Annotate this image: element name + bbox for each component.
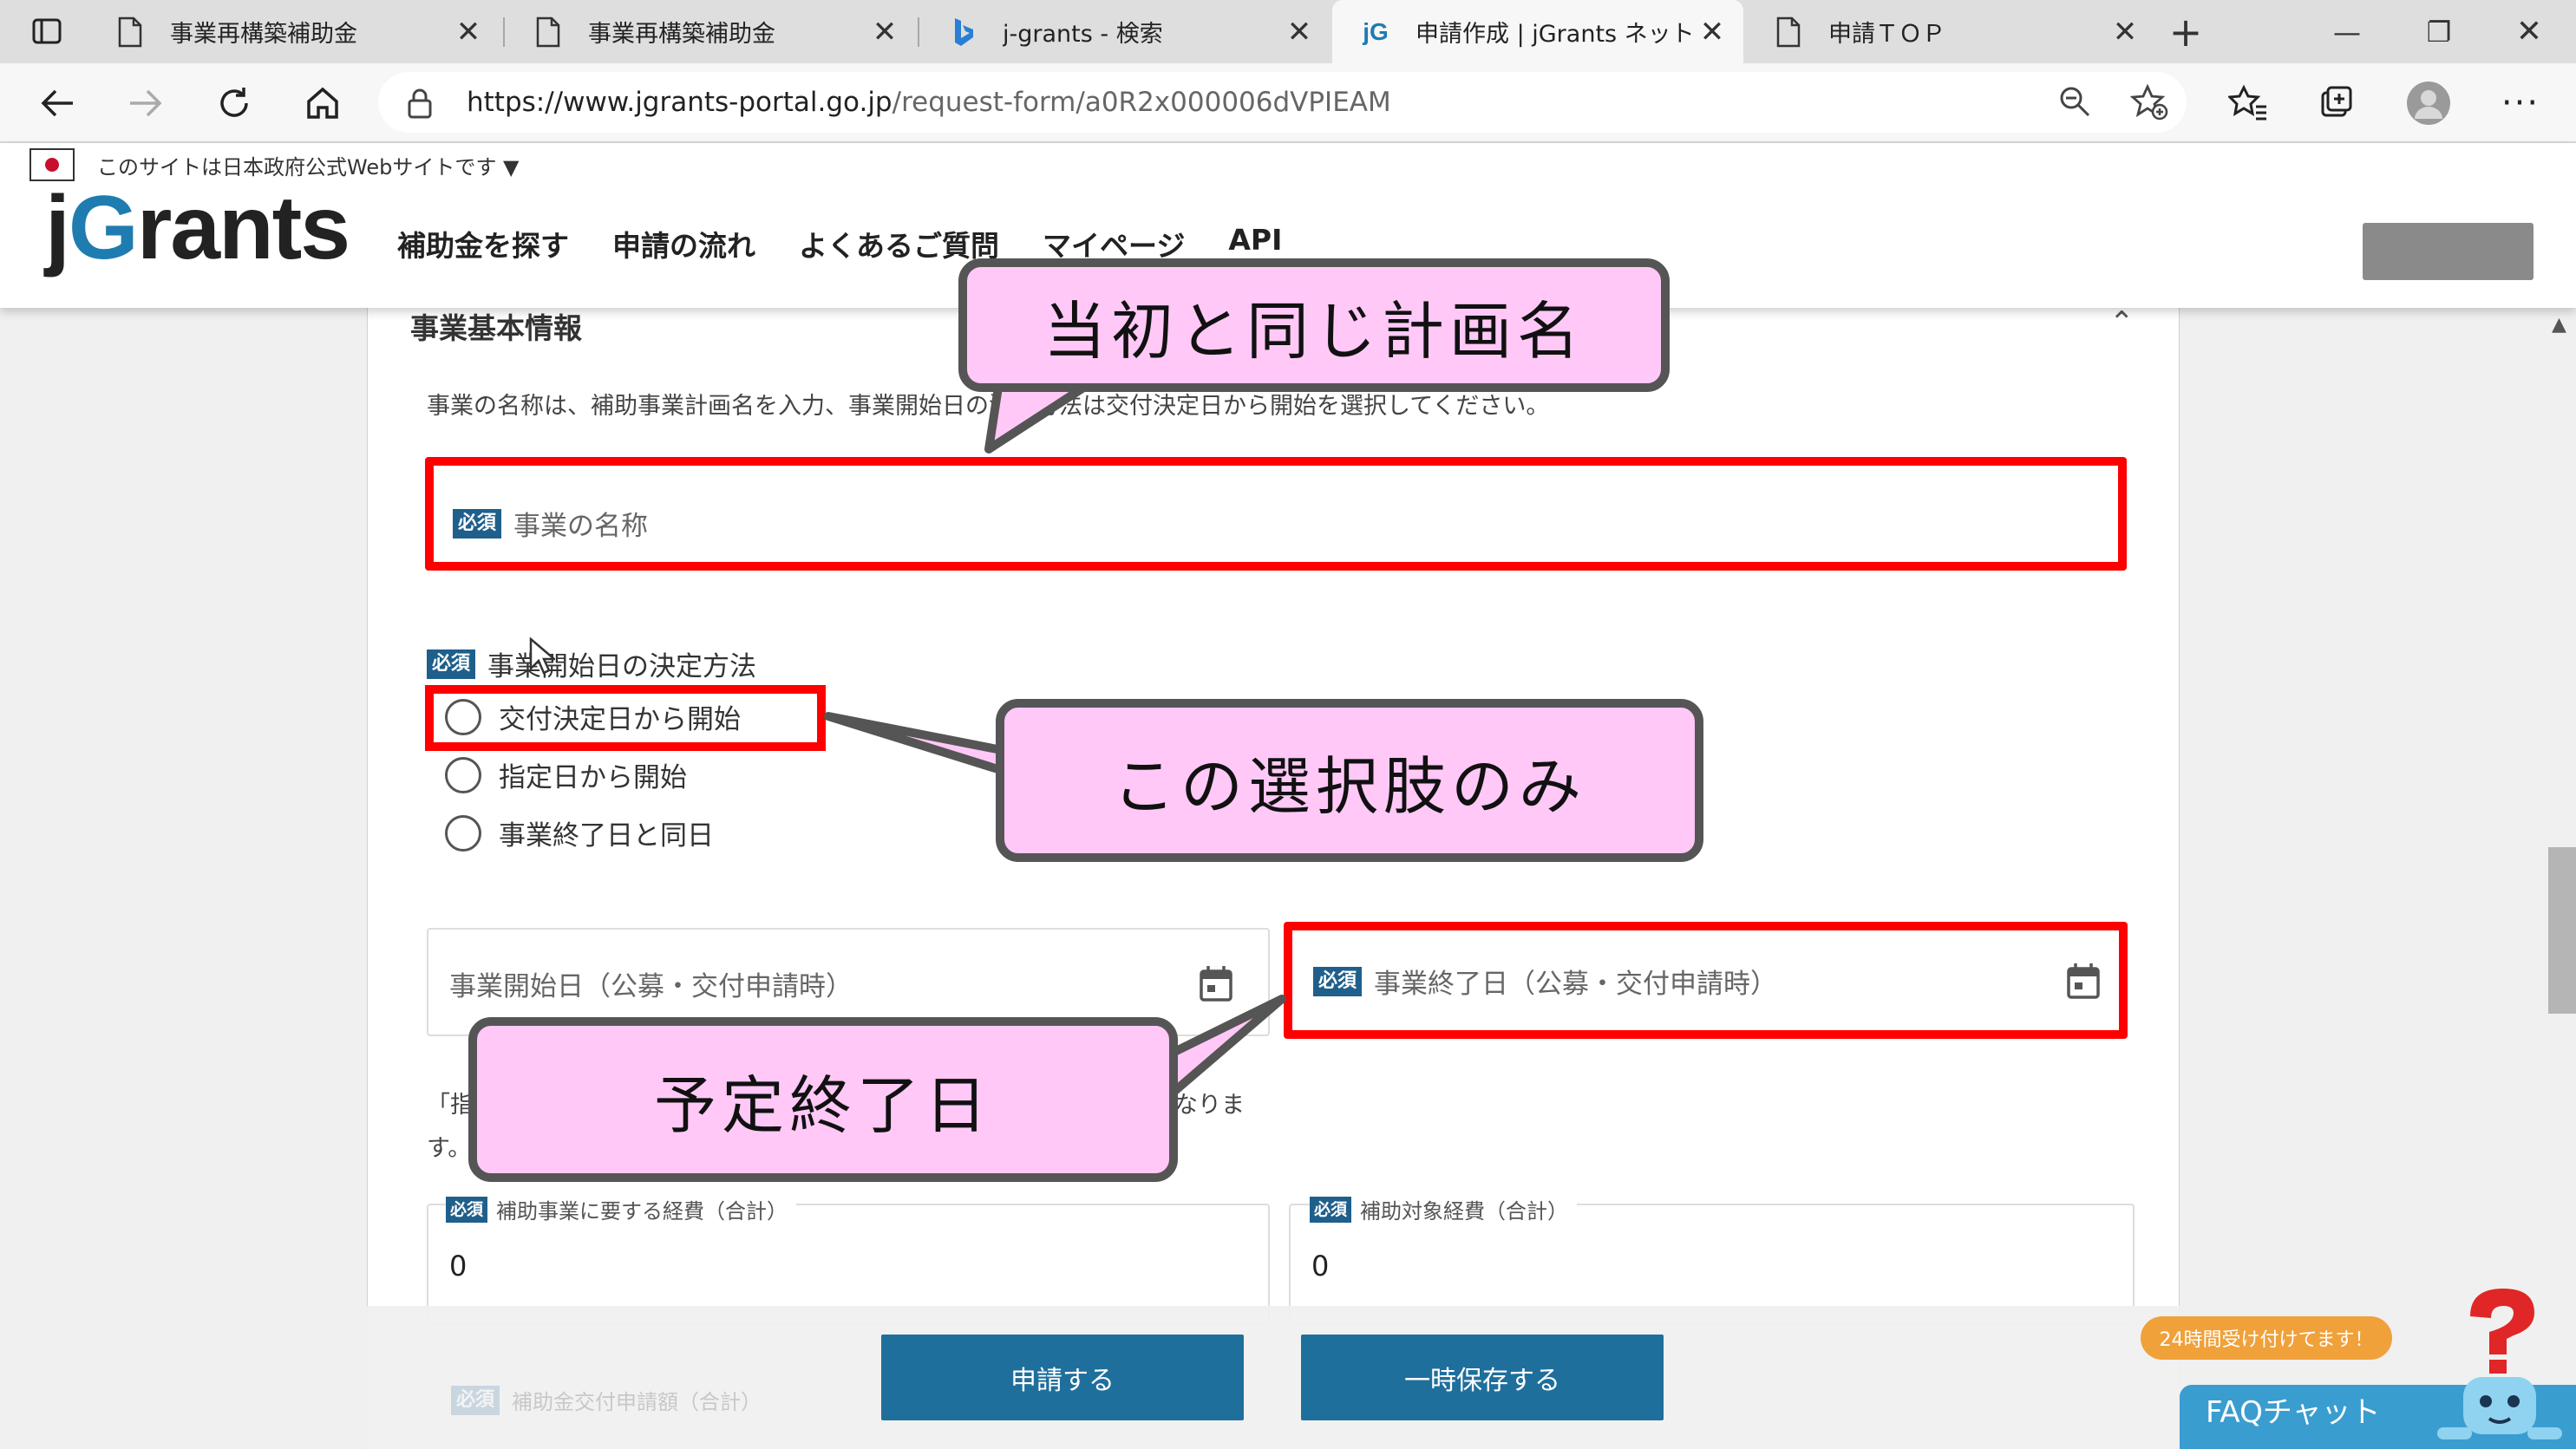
tab-actions-icon[interactable] bbox=[23, 7, 71, 55]
mascot-icon[interactable] bbox=[2420, 1282, 2576, 1449]
tab-4-active[interactable]: jG 申請作成 | jGrants ネットで ✕ bbox=[1332, 0, 1743, 63]
tab-title: j-grants - 検索 bbox=[1003, 21, 1163, 48]
window-close-icon[interactable]: ✕ bbox=[2486, 0, 2573, 63]
tab-title: 事業再構築補助金 bbox=[170, 21, 357, 48]
bing-icon bbox=[945, 15, 980, 49]
business-name-placeholder: 事業の名称 bbox=[513, 511, 649, 542]
refresh-icon[interactable] bbox=[210, 79, 258, 127]
url-text: https://www.jgrants-portal.go.jp/request… bbox=[467, 87, 1391, 118]
lock-icon[interactable] bbox=[404, 86, 435, 124]
restore-icon[interactable]: ❐ bbox=[2396, 0, 2482, 63]
avatar[interactable] bbox=[2404, 79, 2453, 127]
tab-title: 申請作成 | jGrants ネットで bbox=[1415, 21, 1695, 48]
nav-application-flow[interactable]: 申請の流れ bbox=[612, 223, 755, 264]
browser-tab-bar: 事業再構築補助金 ✕ 事業再構築補助金 ✕ j-grants - 検索 ✕ jG… bbox=[0, 0, 2576, 63]
date-note-tail: なりま bbox=[1174, 1092, 1245, 1119]
close-icon[interactable]: ✕ bbox=[451, 15, 486, 49]
tab-2[interactable]: 事業再構築補助金 ✕ bbox=[505, 0, 916, 63]
eligible-cost-value: 0 bbox=[1311, 1250, 1330, 1283]
start-date-placeholder: 事業開始日（公募・交付申請時） bbox=[449, 971, 853, 1002]
eligible-cost-label: 必須 補助対象経費（合計） bbox=[1310, 1194, 1578, 1224]
page-icon bbox=[113, 15, 147, 49]
required-badge: 必須 bbox=[451, 1385, 500, 1415]
callout-plan-name: 当初と同じ計画名 bbox=[958, 258, 1670, 392]
tab-3[interactable]: j-grants - 検索 ✕ bbox=[919, 0, 1330, 63]
jgrants-icon: jG bbox=[1363, 17, 1389, 45]
nav-faq[interactable]: よくあるご質問 bbox=[799, 223, 999, 264]
eligible-cost-label-text: 補助対象経費（合計） bbox=[1360, 1199, 1569, 1224]
total-cost-label: 必須 補助事業に要する経費（合計） bbox=[446, 1194, 797, 1224]
close-icon[interactable]: ✕ bbox=[1282, 15, 1317, 49]
collections-icon[interactable] bbox=[2312, 79, 2361, 127]
required-badge: 必須 bbox=[1310, 1196, 1352, 1223]
chat-notice-badge[interactable]: 24時間受け付けてます！ bbox=[2141, 1316, 2392, 1360]
tab-1[interactable]: 事業再構築補助金 ✕ bbox=[87, 0, 500, 63]
mouse-cursor-icon bbox=[529, 637, 555, 675]
tab-title: 申請ＴＯＰ bbox=[1828, 21, 1945, 48]
close-icon[interactable]: ✕ bbox=[2108, 15, 2142, 49]
submit-button[interactable]: 申請する bbox=[881, 1335, 1244, 1420]
total-cost-value: 0 bbox=[449, 1250, 467, 1283]
date-note-line2: す。 bbox=[427, 1135, 472, 1162]
business-name-field[interactable]: 必須 事業の名称 bbox=[425, 457, 2127, 571]
nav-search-grants[interactable]: 補助金を探す bbox=[397, 223, 569, 264]
radio-option-same-as-end[interactable]: 事業終了日と同日 bbox=[445, 813, 714, 852]
total-cost-label-text: 補助事業に要する経費（合計） bbox=[496, 1199, 788, 1224]
start-method-label: 必須 事業開始日の決定方法 bbox=[427, 644, 756, 683]
radio-circle[interactable] bbox=[445, 814, 481, 852]
radio-label: 事業終了日と同日 bbox=[499, 820, 714, 852]
callout-end-date: 予定終了日 bbox=[468, 1017, 1178, 1182]
save-draft-button[interactable]: 一時保存する bbox=[1301, 1335, 1664, 1420]
address-toolbar: https://www.jgrants-portal.go.jp/request… bbox=[0, 63, 2576, 143]
page-icon bbox=[1771, 15, 1806, 49]
end-date-placeholder: 事業終了日（公募・交付申請時） bbox=[1374, 969, 1778, 1000]
end-date-field[interactable]: 必須 事業終了日（公募・交付申請時） bbox=[1284, 922, 2128, 1039]
japan-flag-icon bbox=[29, 148, 75, 181]
start-method-label-text: 事業開始日の決定方法 bbox=[487, 651, 757, 682]
scroll-up-icon[interactable]: ▲ bbox=[2552, 314, 2566, 336]
favorites-icon[interactable] bbox=[2224, 79, 2272, 127]
home-icon[interactable] bbox=[298, 79, 347, 127]
jgrants-logo[interactable]: jGrants bbox=[45, 183, 350, 273]
more-menu-icon[interactable]: ··· bbox=[2496, 79, 2545, 127]
minimize-icon[interactable]: — bbox=[2304, 0, 2390, 63]
close-icon[interactable]: ✕ bbox=[1695, 15, 1729, 49]
required-badge: 必須 bbox=[446, 1196, 488, 1223]
tab-5[interactable]: 申請ＴＯＰ ✕ bbox=[1745, 0, 2156, 63]
tab-title: 事業再構築補助金 bbox=[588, 21, 775, 48]
page-icon bbox=[531, 15, 566, 49]
chevron-up-icon[interactable]: ⌃ bbox=[2109, 305, 2135, 340]
required-badge: 必須 bbox=[427, 649, 476, 679]
zoom-out-icon[interactable] bbox=[2057, 84, 2092, 122]
section-title: 事業基本情報 bbox=[410, 311, 582, 345]
required-badge: 必須 bbox=[453, 508, 502, 538]
scrollbar-thumb[interactable] bbox=[2548, 847, 2576, 1014]
back-icon[interactable] bbox=[33, 79, 82, 127]
new-tab-icon[interactable]: + bbox=[2142, 0, 2229, 63]
radio-circle[interactable] bbox=[445, 756, 481, 793]
radio-option-specified-date[interactable]: 指定日から開始 bbox=[445, 755, 687, 794]
close-icon[interactable]: ✕ bbox=[867, 15, 902, 49]
calendar-icon[interactable] bbox=[1199, 964, 1233, 1002]
grant-amount-label: 必須 補助金交付申請額（合計） bbox=[451, 1385, 762, 1415]
account-button[interactable] bbox=[2363, 223, 2534, 280]
url-input[interactable]: https://www.jgrants-portal.go.jp/request… bbox=[378, 72, 2187, 133]
gov-notice[interactable]: このサイトは日本政府公式Webサイトです ▼ bbox=[97, 150, 519, 180]
required-badge: 必須 bbox=[1313, 966, 1363, 996]
forward-icon[interactable] bbox=[121, 79, 170, 127]
callout-option-only: この選択肢のみ bbox=[996, 699, 1703, 862]
highlight-box bbox=[425, 685, 826, 751]
grant-amount-label-text: 補助金交付申請額（合計） bbox=[512, 1390, 762, 1414]
add-favorite-icon[interactable] bbox=[2129, 83, 2168, 124]
date-note: 「指 bbox=[427, 1092, 474, 1119]
radio-label: 指定日から開始 bbox=[499, 762, 687, 793]
calendar-icon[interactable] bbox=[2066, 962, 2101, 1000]
